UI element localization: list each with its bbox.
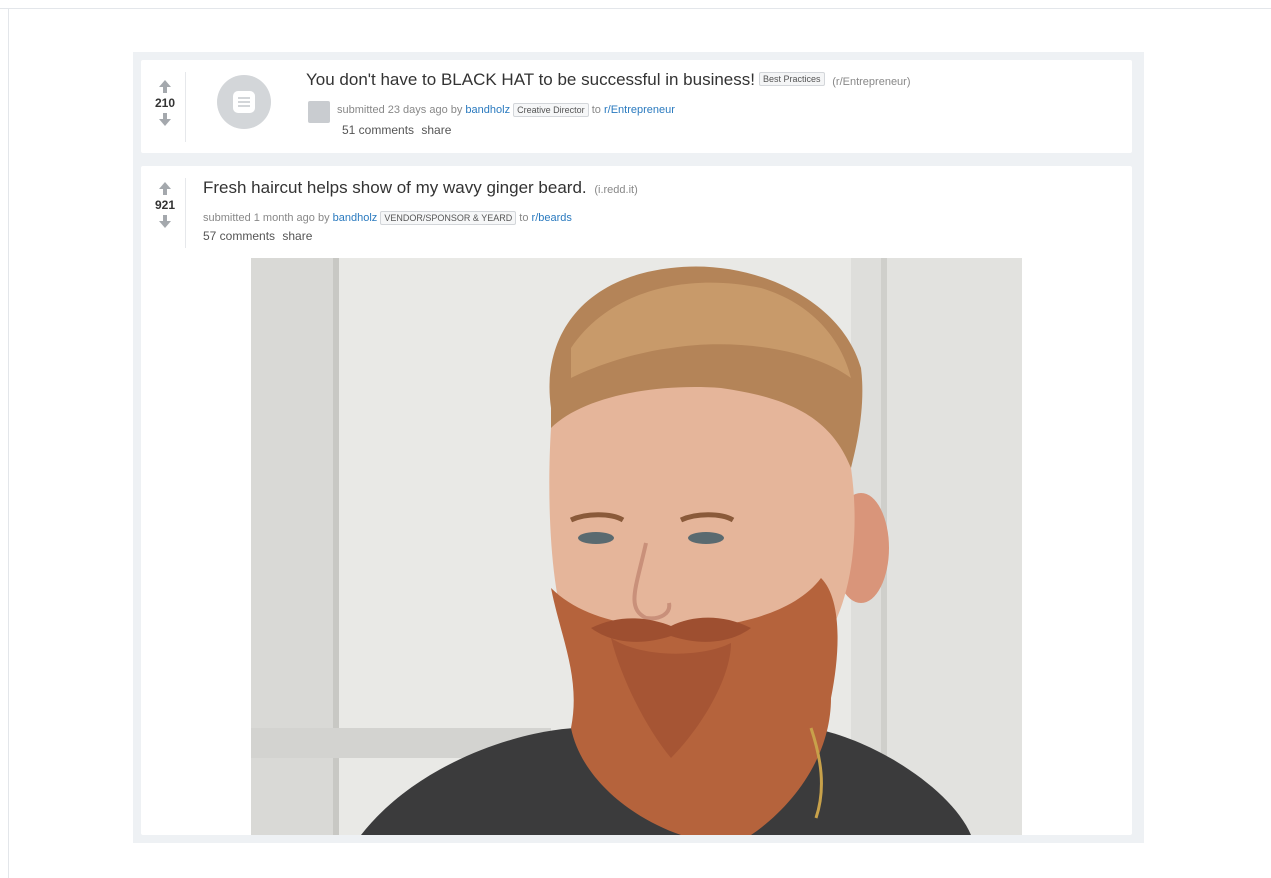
- comments-link[interactable]: 57 comments: [203, 229, 275, 243]
- post-title-row: You don't have to BLACK HAT to be succes…: [306, 70, 911, 90]
- post-title-row: Fresh haircut helps show of my wavy ging…: [203, 178, 638, 198]
- post-actions: 57 comments share: [203, 229, 316, 243]
- post-list: 210 You don't have to BLACK HAT to be su…: [133, 52, 1144, 843]
- post-flair: Best Practices: [758, 72, 825, 86]
- to-text: to: [519, 212, 529, 224]
- frame-top-border: [0, 8, 1271, 9]
- post-image[interactable]: [251, 258, 1022, 835]
- post-card: 210 You don't have to BLACK HAT to be su…: [141, 60, 1132, 153]
- submitted-text: submitted 23 days ago by: [337, 104, 463, 116]
- share-link[interactable]: share: [282, 229, 312, 243]
- comments-link[interactable]: 51 comments: [342, 123, 414, 137]
- author-link[interactable]: bandholz: [465, 104, 510, 116]
- user-flair: Creative Director: [513, 103, 589, 117]
- downvote-icon[interactable]: [145, 215, 185, 228]
- portrait-illustration: [251, 258, 1022, 835]
- vote-divider: [185, 72, 186, 142]
- post-domain[interactable]: (r/Entrepreneur): [832, 76, 910, 88]
- post-score: 210: [154, 96, 176, 110]
- post-card: 921 Fresh haircut helps show of my wavy …: [141, 166, 1132, 835]
- submitted-text: submitted 1 month ago by: [203, 212, 330, 224]
- expando-icon[interactable]: [308, 101, 330, 123]
- vote-box: 210: [145, 80, 185, 126]
- frame-left-border: [8, 8, 9, 878]
- post-score: 921: [154, 198, 176, 212]
- upvote-icon[interactable]: [145, 80, 185, 93]
- post-meta: submitted 23 days ago by bandholz Creati…: [337, 103, 675, 117]
- vote-box: 921: [145, 182, 185, 228]
- user-flair: VENDOR/SPONSOR & YEARD: [380, 211, 517, 225]
- post-title[interactable]: Fresh haircut helps show of my wavy ging…: [203, 178, 587, 197]
- upvote-icon[interactable]: [145, 182, 185, 195]
- to-text: to: [591, 104, 601, 116]
- text-post-icon[interactable]: [217, 75, 271, 129]
- author-link[interactable]: bandholz: [333, 212, 378, 224]
- subreddit-link[interactable]: r/beards: [532, 212, 572, 224]
- vote-divider: [185, 178, 186, 248]
- post-actions: 51 comments share: [342, 123, 455, 137]
- post-title[interactable]: You don't have to BLACK HAT to be succes…: [306, 70, 755, 89]
- post-domain[interactable]: (i.redd.it): [594, 184, 637, 196]
- share-link[interactable]: share: [421, 123, 451, 137]
- downvote-icon[interactable]: [145, 113, 185, 126]
- subreddit-link[interactable]: r/Entrepreneur: [604, 104, 675, 116]
- post-meta: submitted 1 month ago by bandholz VENDOR…: [203, 211, 572, 225]
